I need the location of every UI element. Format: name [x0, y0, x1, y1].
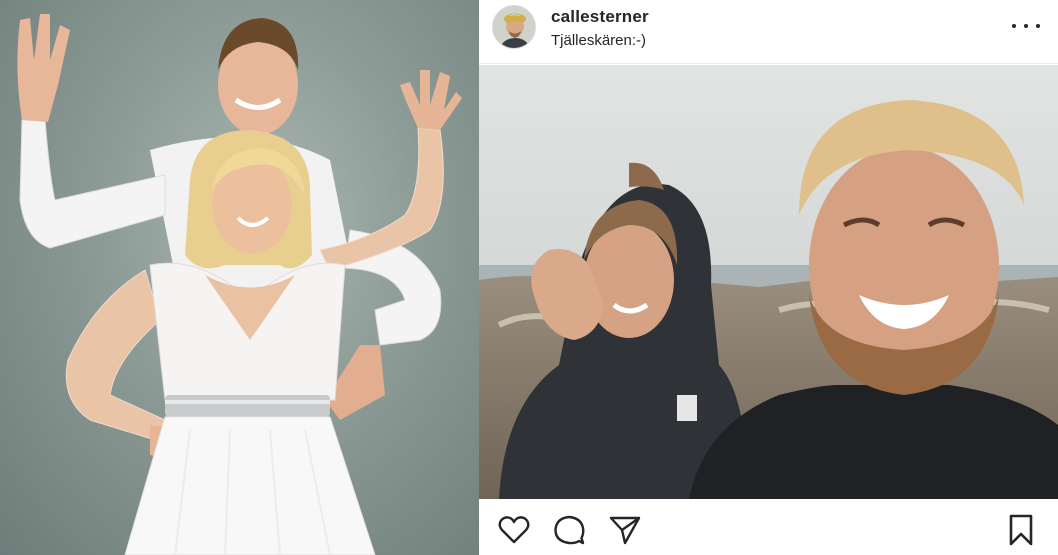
heart-outline-icon[interactable]: [497, 513, 531, 547]
profile-avatar[interactable]: [492, 5, 536, 49]
dance-couple-photo: [0, 0, 479, 555]
selfie-illustration: [479, 65, 1058, 499]
post-location[interactable]: Tjälleskären:-): [551, 32, 646, 49]
more-dot: [1012, 24, 1016, 28]
instagram-post: callesterner Tjälleskären:-): [479, 0, 1058, 555]
username[interactable]: callesterner: [551, 7, 649, 27]
avatar-image: [493, 6, 535, 48]
comment-bubble-icon[interactable]: [552, 513, 586, 547]
bookmark-outline-icon[interactable]: [1004, 513, 1038, 547]
post-action-bar: [479, 499, 1058, 555]
dance-couple-illustration: [17, 14, 462, 555]
post-photo[interactable]: [479, 65, 1058, 499]
paper-plane-icon[interactable]: [608, 513, 642, 547]
post-header: callesterner Tjälleskären:-): [479, 0, 1058, 64]
more-options-icon[interactable]: [1012, 14, 1040, 38]
more-dot: [1024, 24, 1028, 28]
more-dot: [1036, 24, 1040, 28]
